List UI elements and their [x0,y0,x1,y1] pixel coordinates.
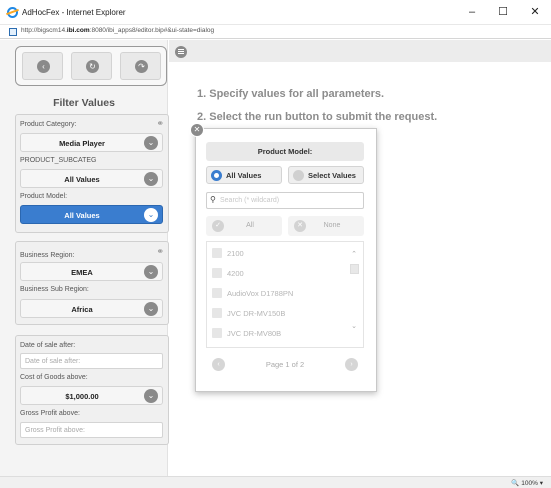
search-placeholder: Search (* wildcard) [220,197,280,204]
chevron-down-icon: ⌄ [144,172,158,186]
select-none-button[interactable]: ✕ None [288,216,364,236]
product-model-value: All Values [64,211,100,220]
list-item-label: JVC DR-MV80B [227,329,282,338]
refresh-icon: ↻ [86,60,99,73]
product-category-label: Product Category: [20,121,77,128]
product-category-value: Media Player [59,139,105,148]
region-filter-group: Business Region: ⚭ EMEA ⌄ Business Sub R… [15,241,169,325]
forward-icon: ↷ [135,60,148,73]
chain-link-icon: ⚭ [156,118,164,128]
address-bar[interactable]: http://bigscm14.ibi.com:8080/ibi_apps8/e… [0,25,551,39]
amount-filter-group: Date of sale after: Date of sale after: … [15,335,169,445]
all-values-radio[interactable]: All Values [206,166,282,184]
all-values-label: All Values [226,171,262,180]
radio-unselected-icon [293,170,304,181]
business-subregion-value: Africa [71,305,93,314]
close-window-button[interactable]: ✕ [524,4,546,20]
product-category-select[interactable]: Media Player ⌄ [20,133,163,152]
product-model-select[interactable]: All Values ⌄ [20,205,163,224]
instruction-step-2: 2. Select the run button to submit the r… [197,111,438,123]
list-item-label: 4200 [227,269,244,278]
checkbox[interactable] [212,308,222,318]
chevron-down-icon: ⌄ [144,265,158,279]
instruction-step-1: 1. Specify values for all parameters. [197,88,385,100]
scroll-up-icon[interactable]: ⌃ [351,250,357,258]
pager: ‹ Page 1 of 2 › [206,355,364,375]
close-icon[interactable]: ✕ [190,123,204,137]
menu-icon[interactable] [175,46,187,58]
business-region-label: Business Region: [20,252,75,259]
left-panel: ‹ ↻ ↷ Filter Values Product Category: ⚭ … [0,40,169,476]
values-list[interactable]: 2100 4200 AudioVox D1788PN JVC DR-MV150B… [206,241,364,348]
product-filter-group: Product Category: ⚭ Media Player ⌄ PRODU… [15,114,169,233]
product-model-dialog: ✕ Product Model: All Values Select Value… [190,123,377,392]
gross-profit-label: Gross Profit above: [20,410,80,417]
cost-of-goods-label: Cost of Goods above: [20,374,88,381]
app-area: ‹ ↻ ↷ Filter Values Product Category: ⚭ … [0,40,551,476]
list-item-label: 2100 [227,249,244,258]
checkbox[interactable] [212,328,222,338]
zoom-value: 100% [521,480,538,487]
next-page-icon[interactable]: › [345,358,358,371]
internet-explorer-icon [7,7,18,18]
select-all-label: All [246,222,254,229]
scrollbar-thumb[interactable] [350,264,359,274]
chevron-down-icon: ⌄ [144,389,158,403]
cost-of-goods-value: $1,000.00 [65,392,99,401]
product-subcateg-select[interactable]: All Values ⌄ [20,169,163,188]
page-icon [9,28,17,36]
title-bar: AdHocFex - Internet Explorer – ☐ ✕ [0,0,551,25]
gross-profit-input[interactable]: Gross Profit above: [20,422,163,438]
business-region-value: EMEA [71,268,93,277]
product-subcateg-value: All Values [64,175,100,184]
date-of-sale-label: Date of sale after: [20,342,76,349]
chain-link-icon: ⚭ [156,246,164,256]
search-input[interactable]: ⚲ Search (* wildcard) [206,192,364,209]
forward-button[interactable]: ↷ [120,52,161,80]
chevron-down-icon: ⌄ [144,208,158,222]
window-title: AdHocFex - Internet Explorer [22,8,126,17]
minimize-button[interactable]: – [461,4,483,20]
select-all-button[interactable]: ✓ All [206,216,282,236]
maximize-button[interactable]: ☐ [492,4,514,20]
url-text[interactable]: http://bigscm14.ibi.com:8080/ibi_apps8/e… [21,27,214,34]
list-item-label: JVC DR-MV150B [227,309,286,318]
checkbox[interactable] [212,248,222,258]
business-subregion-select[interactable]: Africa ⌄ [20,299,163,318]
scroll-down-icon[interactable]: ⌄ [351,322,357,330]
filter-values-title: Filter Values [53,97,115,109]
zoom-level[interactable]: 🔍 100% ▾ [511,479,543,487]
status-bar: 🔍 100% ▾ [0,476,551,488]
checkbox[interactable] [212,268,222,278]
main-toolbar [169,40,551,62]
date-of-sale-input[interactable]: Date of sale after: [20,353,163,369]
back-button[interactable]: ‹ [22,52,63,80]
cost-of-goods-select[interactable]: $1,000.00 ⌄ [20,386,163,405]
navigation-button-group: ‹ ↻ ↷ [15,46,167,86]
select-values-label: Select Values [308,171,356,180]
business-subregion-label: Business Sub Region: [20,286,89,293]
page-indicator: Page 1 of 2 [265,360,305,369]
back-icon: ‹ [37,60,50,73]
product-model-label: Product Model: [20,193,68,200]
chevron-down-icon: ⌄ [144,302,158,316]
checkbox[interactable] [212,288,222,298]
select-values-radio[interactable]: Select Values [288,166,364,184]
business-region-select[interactable]: EMEA ⌄ [20,262,163,281]
chevron-down-icon: ⌄ [144,136,158,150]
search-icon: ⚲ [210,195,216,204]
refresh-button[interactable]: ↻ [71,52,112,80]
product-subcateg-label: PRODUCT_SUBCATEG [20,157,97,164]
dialog-title: Product Model: [206,142,364,161]
radio-selected-icon [211,170,222,181]
select-none-label: None [323,222,341,229]
list-item-label: AudioVox D1788PN [227,289,294,298]
